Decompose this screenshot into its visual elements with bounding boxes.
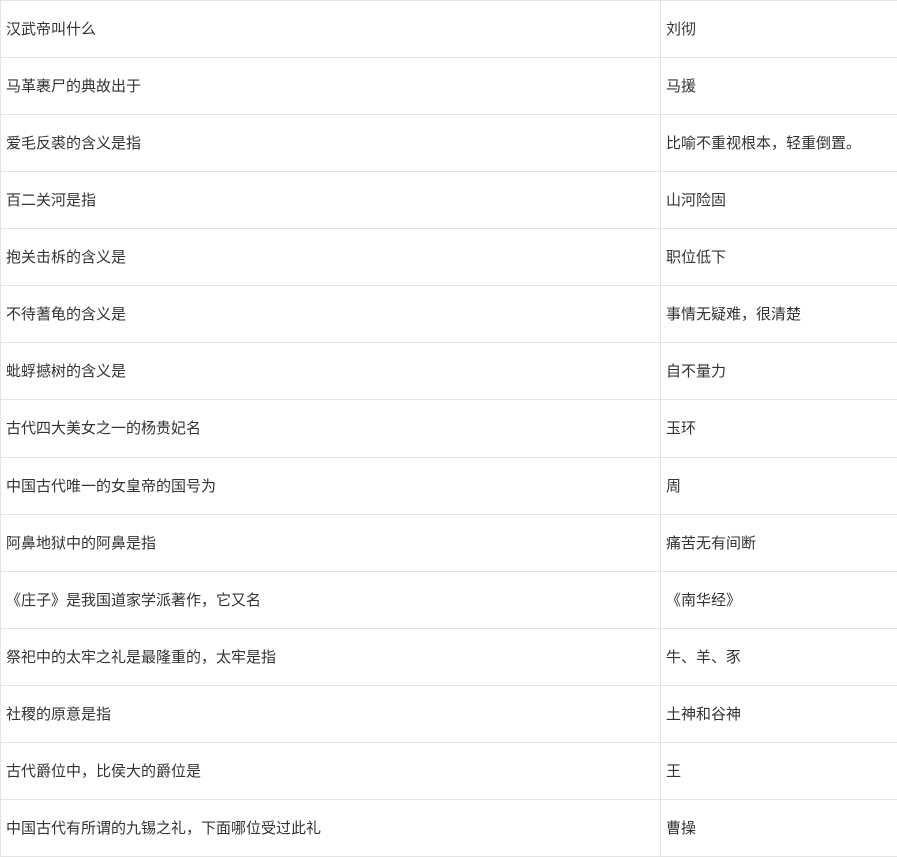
table-row: 爱毛反裘的含义是指 比喻不重视根本，轻重倒置。 xyxy=(0,114,897,173)
table-row: 古代四大美女之一的杨贵妃名 玉环 xyxy=(0,399,897,458)
question-cell: 汉武帝叫什么 xyxy=(0,0,661,59)
answer-cell: 王 xyxy=(660,741,897,800)
table-row: 马革裹尸的典故出于 马援 xyxy=(0,57,897,116)
answer-cell: 痛苦无有间断 xyxy=(660,513,897,572)
table-row: 《庄子》是我国道家学派著作，它又名 《南华经》 xyxy=(0,570,897,629)
table-row: 汉武帝叫什么 刘彻 xyxy=(0,0,897,59)
question-cell: 社稷的原意是指 xyxy=(0,684,661,743)
question-cell: 《庄子》是我国道家学派著作，它又名 xyxy=(0,570,661,629)
question-cell: 祭祀中的太牢之礼是最隆重的，太牢是指 xyxy=(0,627,661,686)
question-cell: 古代爵位中，比侯大的爵位是 xyxy=(0,741,661,800)
answer-cell: 自不量力 xyxy=(660,342,897,401)
answer-cell: 马援 xyxy=(660,57,897,116)
table-row: 祭祀中的太牢之礼是最隆重的，太牢是指 牛、羊、豕 xyxy=(0,627,897,686)
table-row: 蚍蜉撼树的含义是 自不量力 xyxy=(0,342,897,401)
table-row: 阿鼻地狱中的阿鼻是指 痛苦无有间断 xyxy=(0,513,897,572)
answer-cell: 玉环 xyxy=(660,399,897,458)
qa-table: 汉武帝叫什么 刘彻 马革裹尸的典故出于 马援 爱毛反裘的含义是指 比喻不重视根本… xyxy=(0,0,897,857)
table-row: 抱关击柝的含义是 职位低下 xyxy=(0,228,897,287)
answer-cell: 职位低下 xyxy=(660,228,897,287)
answer-cell: 周 xyxy=(660,456,897,515)
table-row: 不待蓍龟的含义是 事情无疑难，很清楚 xyxy=(0,285,897,344)
question-cell: 百二关河是指 xyxy=(0,171,661,230)
question-cell: 中国古代有所谓的九锡之礼，下面哪位受过此礼 xyxy=(0,798,661,857)
table-row: 社稷的原意是指 土神和谷神 xyxy=(0,684,897,743)
table-row: 中国古代唯一的女皇帝的国号为 周 xyxy=(0,456,897,515)
answer-cell: 牛、羊、豕 xyxy=(660,627,897,686)
question-cell: 阿鼻地狱中的阿鼻是指 xyxy=(0,513,661,572)
question-cell: 抱关击柝的含义是 xyxy=(0,228,661,287)
answer-cell: 土神和谷神 xyxy=(660,684,897,743)
answer-cell: 刘彻 xyxy=(660,0,897,59)
qa-table-body: 汉武帝叫什么 刘彻 马革裹尸的典故出于 马援 爱毛反裘的含义是指 比喻不重视根本… xyxy=(0,0,897,857)
answer-cell: 曹操 xyxy=(660,798,897,857)
table-row: 百二关河是指 山河险固 xyxy=(0,171,897,230)
question-cell: 马革裹尸的典故出于 xyxy=(0,57,661,116)
question-cell: 不待蓍龟的含义是 xyxy=(0,285,661,344)
question-cell: 爱毛反裘的含义是指 xyxy=(0,114,661,173)
answer-cell: 事情无疑难，很清楚 xyxy=(660,285,897,344)
table-row: 古代爵位中，比侯大的爵位是 王 xyxy=(0,741,897,800)
question-cell: 古代四大美女之一的杨贵妃名 xyxy=(0,399,661,458)
table-row: 中国古代有所谓的九锡之礼，下面哪位受过此礼 曹操 xyxy=(0,798,897,857)
answer-cell: 山河险固 xyxy=(660,171,897,230)
answer-cell: 《南华经》 xyxy=(660,570,897,629)
question-cell: 中国古代唯一的女皇帝的国号为 xyxy=(0,456,661,515)
answer-cell: 比喻不重视根本，轻重倒置。 xyxy=(660,114,897,173)
question-cell: 蚍蜉撼树的含义是 xyxy=(0,342,661,401)
